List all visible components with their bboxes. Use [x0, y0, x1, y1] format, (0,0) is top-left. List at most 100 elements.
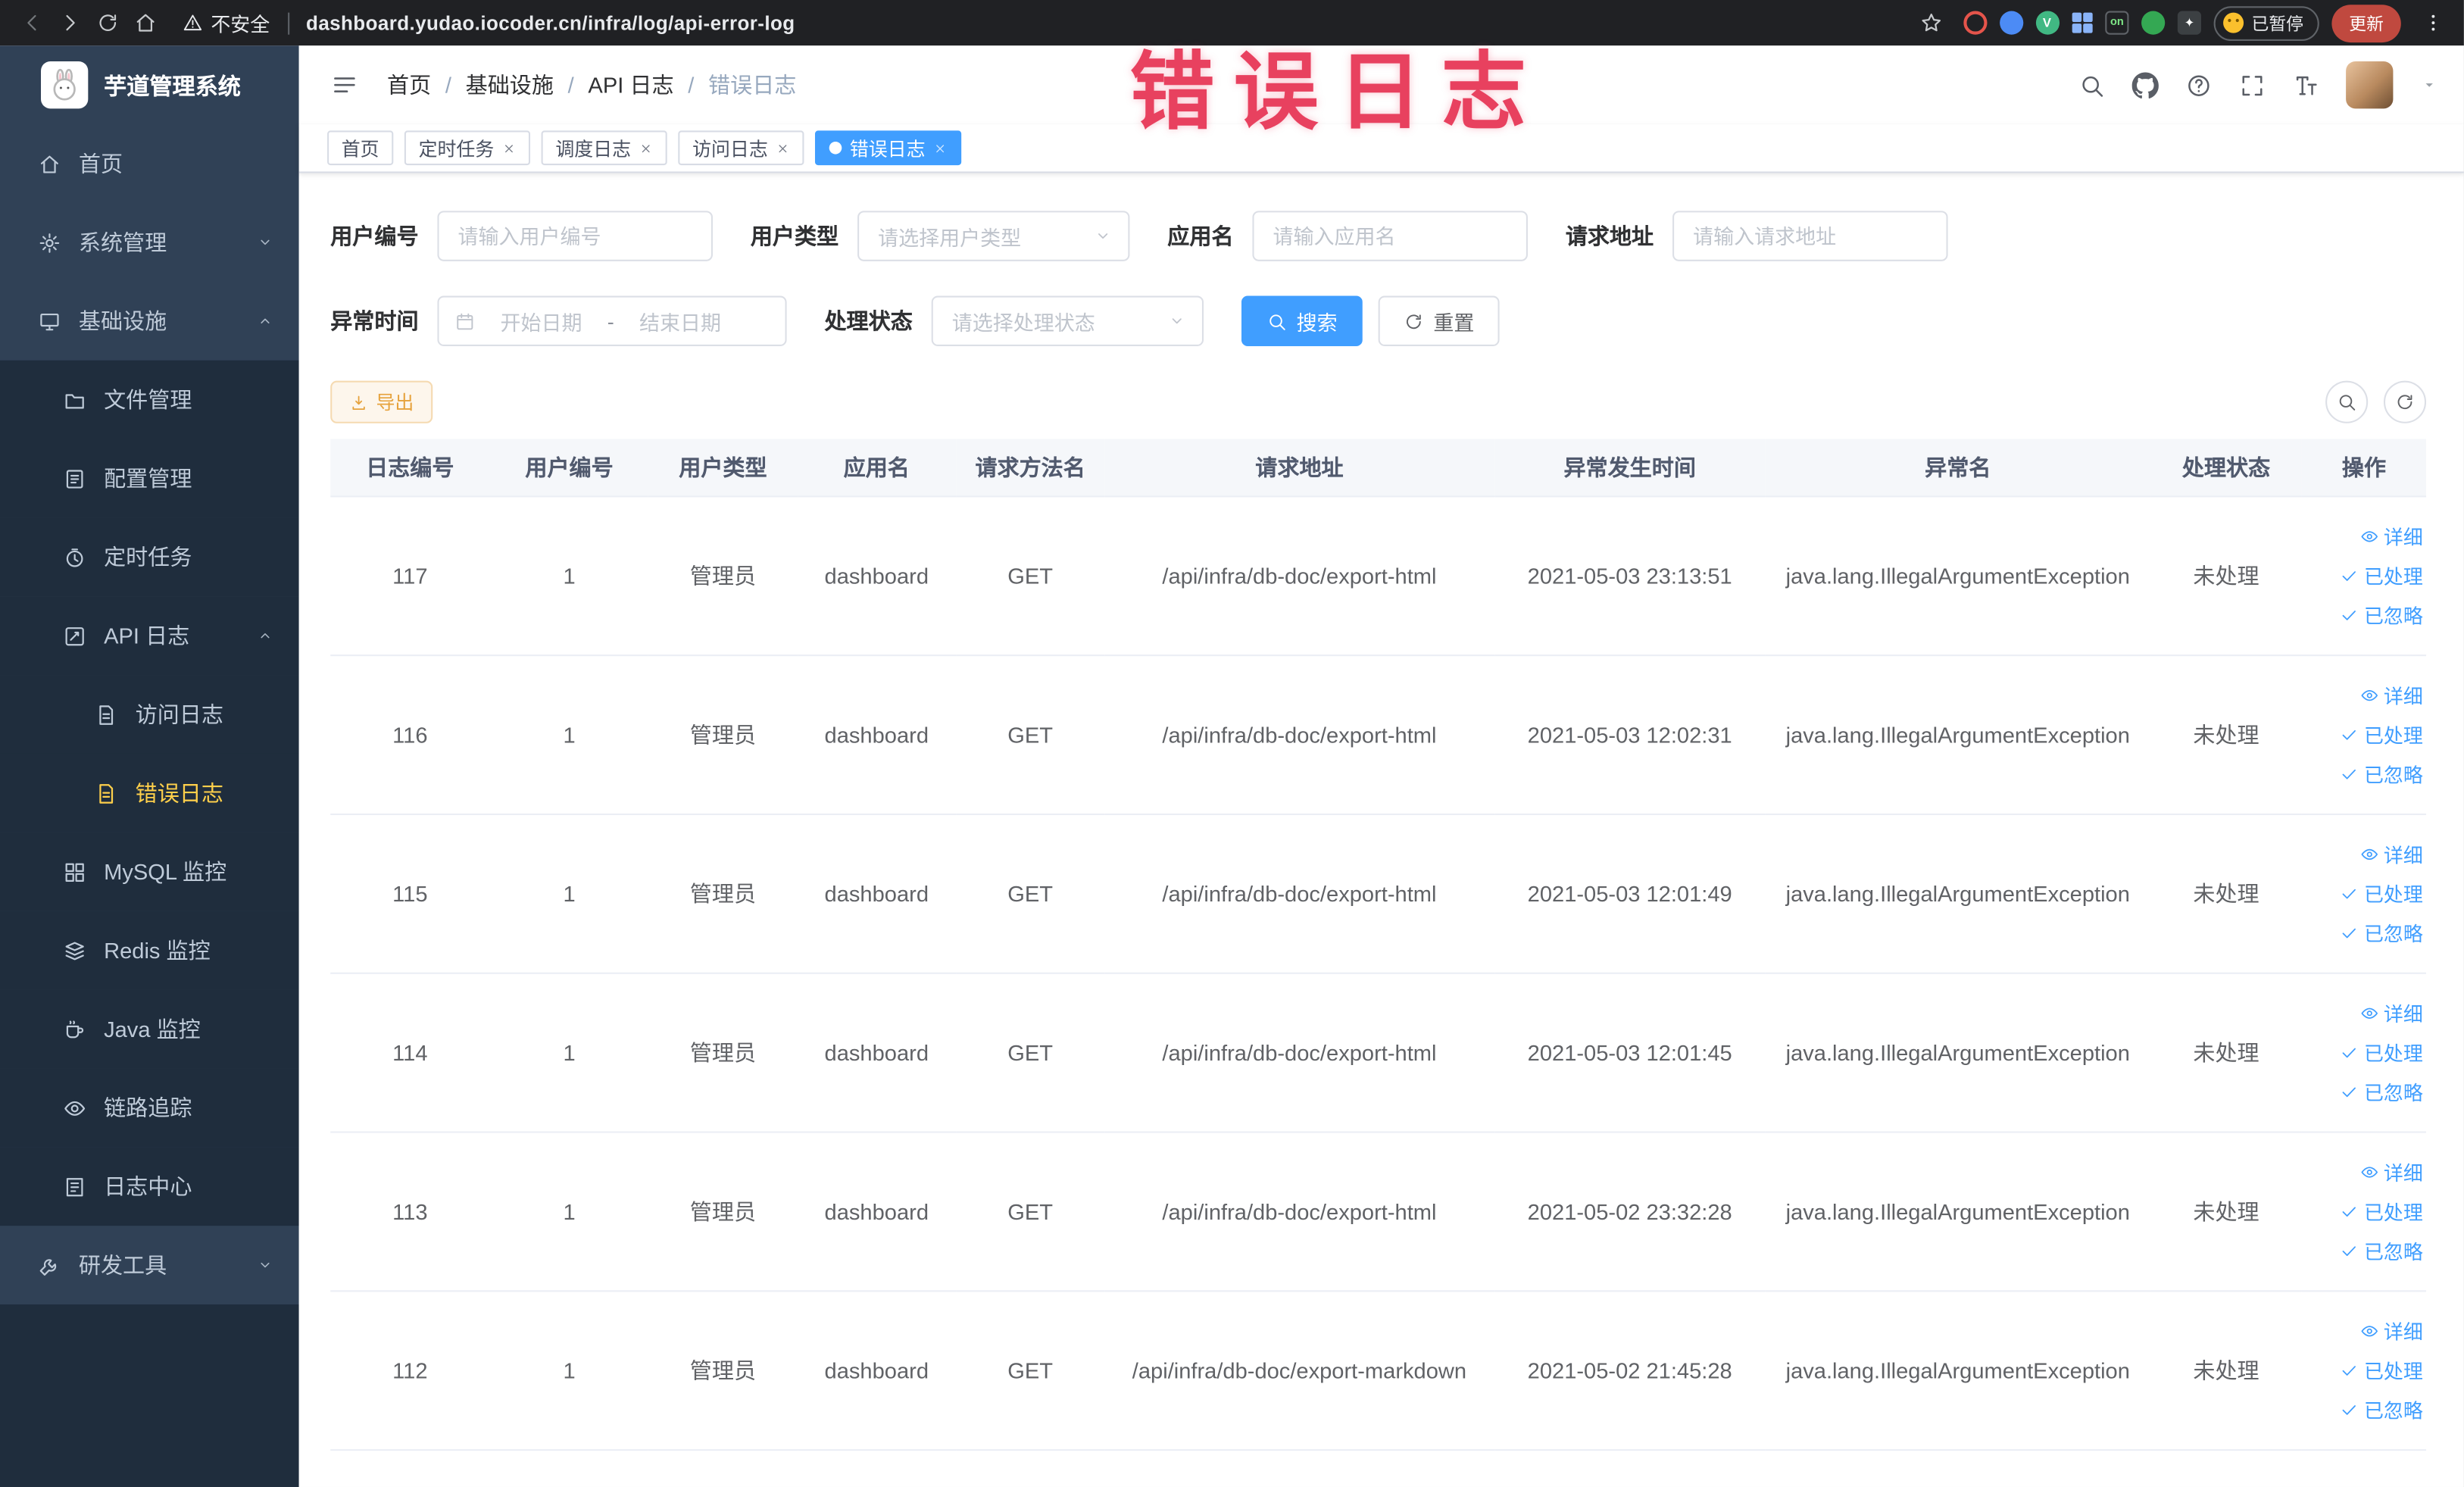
star-icon [1922, 13, 1941, 32]
detail-link[interactable]: 详细 [2311, 516, 2423, 555]
export-button[interactable]: 导出 [330, 380, 433, 423]
back-button[interactable] [13, 5, 51, 41]
eye-icon [2361, 1325, 2378, 1336]
tag-close-icon[interactable] [502, 141, 517, 155]
font-size-button[interactable] [2292, 72, 2319, 98]
cell: 1 [489, 495, 649, 656]
sidebar-item-5[interactable]: 定时任务 [0, 517, 299, 597]
chevron-down-icon [261, 239, 270, 245]
detail-link[interactable]: 详细 [2311, 1152, 2423, 1192]
sidebar-item-2[interactable]: 基础设施 [0, 282, 299, 361]
filter-input-2[interactable] [1252, 211, 1528, 261]
sidebar-item-11[interactable]: Java 监控 [0, 989, 299, 1069]
sidebar-item-4[interactable]: 配置管理 [0, 439, 299, 518]
ignored-link[interactable]: 已忽略 [2311, 1230, 2423, 1270]
sidebar-item-9[interactable]: MySQL 监控 [0, 832, 299, 911]
address-bar[interactable]: dashboard.yudao.iocoder.cn/infra/log/api… [306, 12, 795, 34]
processed-link[interactable]: 已处理 [2311, 714, 2423, 754]
refresh-table-button[interactable] [2383, 380, 2427, 423]
tag-close-icon[interactable] [639, 141, 653, 155]
sidebar-toggle[interactable] [324, 64, 365, 105]
breadcrumb-item-1[interactable]: 基础设施 [466, 69, 554, 101]
github-link[interactable] [2131, 71, 2159, 98]
fullscreen-button[interactable] [2239, 72, 2266, 98]
cell: GET [956, 972, 1104, 1132]
paused-extension-badge[interactable]: 已暂停 [2213, 5, 2319, 40]
on-badge-extension-icon[interactable]: on [2105, 11, 2129, 35]
target-extension-icon[interactable] [1963, 11, 1987, 35]
filter-input-3[interactable] [1672, 211, 1948, 261]
tag-3[interactable]: 访问日志 [678, 130, 804, 166]
ignored-link[interactable]: 已忽略 [2311, 1072, 2423, 1111]
tag-close-icon[interactable] [933, 141, 948, 155]
fullscreen-icon [2242, 75, 2263, 95]
sidebar-item-10[interactable]: Redis 监控 [0, 911, 299, 990]
breadcrumb-item-2[interactable]: API 日志 [588, 69, 673, 101]
grid-extension-icon[interactable] [2071, 12, 2093, 34]
ignored-link[interactable]: 已忽略 [2311, 595, 2423, 634]
browser-menu-icon[interactable] [2413, 5, 2451, 41]
browser-home-button[interactable] [126, 5, 164, 41]
processed-link[interactable]: 已处理 [2311, 873, 2423, 913]
chevron-down-icon [1098, 233, 1108, 239]
vue-devtools-icon[interactable]: V [2035, 11, 2060, 35]
breadcrumb-item-0[interactable]: 首页 [387, 69, 431, 101]
sidebar-item-8[interactable]: 错误日志 [0, 753, 299, 833]
security-chip[interactable]: 不安全 [183, 8, 270, 37]
sidebar-item-6[interactable]: API 日志 [0, 596, 299, 676]
filter-field-0: 用户编号 [330, 211, 713, 261]
github-icon [2131, 71, 2159, 98]
sidebar-item-label: 定时任务 [104, 544, 192, 570]
filter-select-1[interactable]: 请选择用户类型 [857, 211, 1130, 261]
processed-link[interactable]: 已处理 [2311, 1032, 2423, 1072]
detail-link[interactable]: 详细 [2311, 1310, 2423, 1350]
sidebar-item-0[interactable]: 首页 [0, 124, 299, 203]
tag-close-icon[interactable] [776, 141, 790, 155]
tag-0[interactable]: 首页 [327, 130, 394, 166]
tag-1[interactable]: 定时任务 [404, 130, 531, 166]
help-button[interactable] [2185, 72, 2212, 98]
sidebar-item-1[interactable]: 系统管理 [0, 203, 299, 282]
cell: 管理员 [648, 654, 798, 814]
filter-input-0[interactable] [437, 211, 713, 261]
drop-extension-icon[interactable] [1999, 11, 2023, 35]
avatar[interactable] [2346, 61, 2394, 109]
active-dot [829, 141, 842, 155]
pin-extension-icon[interactable]: ✦ [2177, 11, 2202, 35]
date-range-picker[interactable]: 开始日期 - 结束日期 [437, 295, 787, 346]
chevron-down-icon [1172, 318, 1182, 324]
tag-4[interactable]: 错误日志 [815, 130, 962, 166]
leaf-extension-icon[interactable] [2141, 11, 2166, 35]
cell: /api/infra/db-doc/export-html [1104, 495, 1494, 656]
detail-link[interactable]: 详细 [2311, 675, 2423, 714]
bookmark-star-icon[interactable] [1913, 5, 1950, 41]
chevron-up-icon [257, 627, 274, 645]
filter-select-5[interactable]: 请选择处理状态 [931, 295, 1204, 346]
app-logo[interactable]: 芋道管理系统 [0, 45, 299, 124]
ignored-link[interactable]: 已忽略 [2311, 913, 2423, 952]
sidebar-item-7[interactable]: 访问日志 [0, 675, 299, 754]
emoji-face-icon [2223, 12, 2244, 33]
table-row-0: 117 1 管理员 dashboard GET/api/infra/db-doc/exp… [330, 495, 2427, 656]
tag-2[interactable]: 调度日志 [541, 130, 667, 166]
sidebar-item-14[interactable]: 研发工具 [0, 1226, 299, 1304]
processed-link[interactable]: 已处理 [2311, 1350, 2423, 1389]
reload-button[interactable] [88, 5, 126, 41]
browser-update-button[interactable]: 更新 [2331, 4, 2401, 42]
ignored-link[interactable]: 已忽略 [2311, 754, 2423, 793]
sidebar-item-12[interactable]: 链路追踪 [0, 1068, 299, 1148]
reset-button[interactable]: 重置 [1378, 295, 1500, 346]
processed-link[interactable]: 已处理 [2311, 1191, 2423, 1230]
forward-button[interactable] [50, 5, 88, 41]
processed-link[interactable]: 已处理 [2311, 555, 2423, 595]
detail-link[interactable]: 详细 [2311, 993, 2423, 1032]
sidebar-item-13[interactable]: 日志中心 [0, 1147, 299, 1226]
search-button[interactable]: 搜索 [1241, 295, 1363, 346]
detail-link[interactable]: 详细 [2311, 834, 2423, 873]
filter-label: 异常时间 [330, 308, 419, 334]
ignored-link[interactable]: 已忽略 [2311, 1389, 2423, 1429]
avatar-caret-icon[interactable] [2420, 70, 2439, 98]
toggle-search-button[interactable] [2325, 380, 2369, 423]
sidebar-item-3[interactable]: 文件管理 [0, 360, 299, 439]
header-search-button[interactable] [2078, 72, 2105, 98]
